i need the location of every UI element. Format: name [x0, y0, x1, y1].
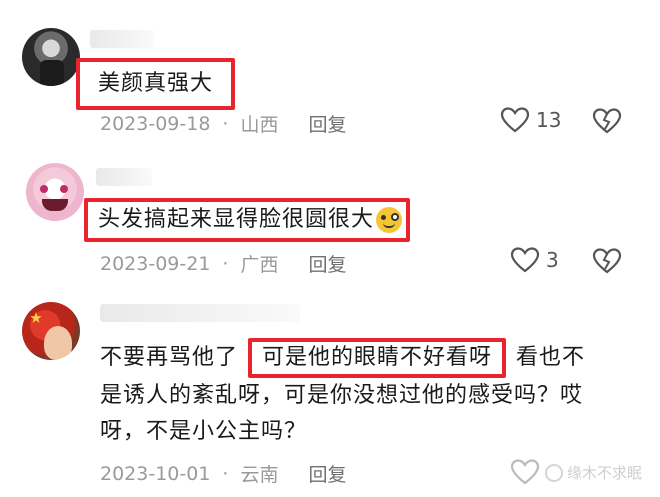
comment-meta: 2023-10-01 · 云南 回复 [100, 460, 347, 487]
like-count: 13 [536, 108, 562, 132]
comment-body: 美颜真强大 [98, 71, 214, 96]
comment-body: 头发搞起来显得脸很圆很大 [98, 207, 375, 232]
comment-date: 2023-09-21 [100, 252, 211, 275]
comment-location: 广西 [240, 254, 279, 276]
heart-outline-icon [510, 247, 540, 273]
comment-text: 头发搞起来显得脸很圆很大 [84, 198, 411, 242]
broken-heart-icon [592, 108, 622, 134]
username-blurred[interactable] [90, 30, 154, 48]
comment-body-line: 呀，不是小公主吗？ [100, 419, 308, 444]
username-blurred[interactable] [100, 304, 300, 322]
watermark-logo-icon [544, 463, 563, 482]
reply-button[interactable]: 回复 [308, 250, 346, 277]
like-count: 3 [546, 248, 559, 272]
comment-body-part: 不要再骂他了 [100, 345, 239, 370]
reply-button[interactable]: 回复 [308, 460, 346, 487]
comment-location: 云南 [240, 464, 279, 486]
comment-date: 2023-10-01 [100, 462, 211, 485]
like-button[interactable]: 3 [510, 246, 559, 274]
comment-highlight: 可是他的眼睛不好看呀 [248, 338, 507, 378]
comment-text: 美颜真强大 [76, 58, 236, 110]
emoji-icon [376, 207, 403, 233]
separator: · [222, 462, 229, 485]
dislike-button[interactable] [592, 247, 622, 279]
avatar[interactable] [22, 28, 80, 86]
avatar[interactable] [22, 302, 80, 360]
reply-button[interactable]: 回复 [308, 110, 346, 137]
comment-date: 2023-09-18 [100, 112, 211, 135]
separator: · [222, 112, 229, 135]
watermark: 缘木不求眠 [544, 462, 642, 483]
separator: · [222, 252, 229, 275]
comment-meta: 2023-09-21 · 广西 回复 [100, 250, 347, 277]
like-button[interactable] [510, 458, 546, 486]
heart-outline-icon [500, 107, 530, 133]
comment-body-line: 是诱人的紊乱呀，可是你没想过他的感受吗？哎 [100, 383, 584, 408]
comment-text: 不要再骂他了 可是他的眼睛不好看呀 看也不 是诱人的紊乱呀，可是你没想过他的感受… [100, 338, 640, 450]
heart-outline-icon [510, 459, 540, 485]
comment-location: 山西 [240, 114, 279, 136]
username-blurred[interactable] [96, 168, 152, 186]
comment-meta: 2023-09-18 · 山西 回复 [100, 110, 347, 137]
broken-heart-icon [592, 248, 622, 274]
watermark-text: 缘木不求眠 [566, 464, 642, 482]
avatar[interactable] [26, 163, 84, 221]
like-button[interactable]: 13 [500, 106, 561, 134]
dislike-button[interactable] [592, 107, 622, 139]
comment-body-part: 看也不 [516, 345, 586, 370]
